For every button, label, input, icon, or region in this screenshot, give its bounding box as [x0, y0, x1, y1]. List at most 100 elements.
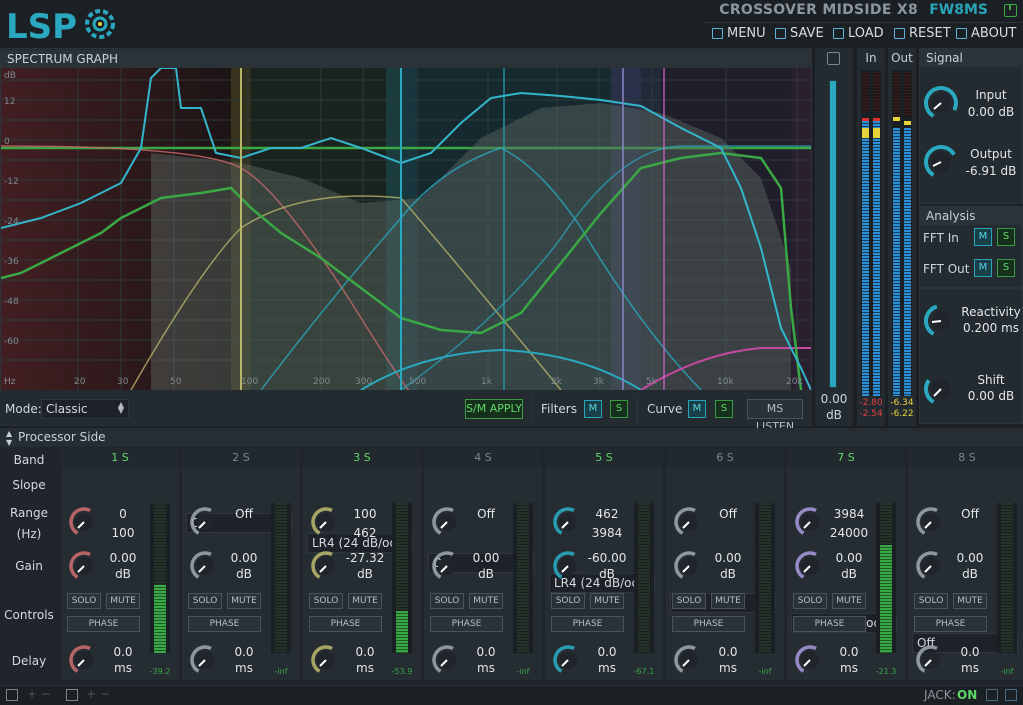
range-knob[interactable] — [309, 505, 343, 539]
solo-button[interactable]: SOLO — [551, 593, 585, 609]
phase-button[interactable]: PHASE — [188, 616, 261, 632]
delay-knob[interactable] — [914, 643, 948, 677]
ms-listen-button[interactable]: MS LISTEN — [747, 399, 803, 433]
help-icon[interactable] — [986, 689, 998, 701]
reactivity-knob[interactable] — [922, 302, 960, 340]
fft-out-m-button[interactable]: M — [974, 259, 992, 277]
range-high: 3984 — [591, 526, 623, 540]
range-knob[interactable] — [430, 505, 464, 539]
band-header[interactable]: 4 S — [424, 448, 542, 468]
phase-button[interactable]: PHASE — [793, 616, 866, 632]
output-label: Output — [970, 147, 1012, 161]
font-icon[interactable] — [66, 689, 78, 701]
lsp-logo[interactable]: LSP — [4, 4, 116, 47]
delay-knob[interactable] — [672, 643, 706, 677]
gain-knob[interactable] — [67, 549, 101, 583]
processor-title-text: Processor Side — [18, 430, 106, 444]
updown-arrow-icon: ▲▼ — [6, 429, 13, 447]
save-button[interactable]: SAVE — [775, 25, 824, 41]
db-tick: -24 — [4, 217, 19, 227]
band-level-value: -67.1 — [633, 667, 655, 676]
mute-button[interactable]: MUTE — [227, 593, 261, 609]
font-size-icon[interactable]: + − — [86, 687, 110, 701]
gain-knob[interactable] — [914, 549, 948, 583]
delay-unit: ms — [235, 661, 253, 675]
solo-button[interactable]: SOLO — [188, 593, 222, 609]
range-knob[interactable] — [67, 505, 101, 539]
band-header[interactable]: 2 S — [182, 448, 300, 468]
range-knob[interactable] — [551, 505, 585, 539]
about-button[interactable]: ABOUT — [956, 25, 1016, 41]
zoom-in-icon[interactable]: + − — [27, 687, 51, 701]
output-gain-knob[interactable] — [922, 143, 960, 181]
phase-button[interactable]: PHASE — [914, 616, 987, 632]
menu-button[interactable]: MENU — [712, 25, 766, 41]
band-header[interactable]: 3 S — [303, 448, 421, 468]
mute-button[interactable]: MUTE — [348, 593, 382, 609]
range-knob[interactable] — [793, 505, 827, 539]
curve-m-button[interactable]: M — [688, 400, 706, 418]
sm-apply-button[interactable]: S/M APPLY — [465, 399, 523, 419]
solo-button[interactable]: SOLO — [914, 593, 948, 609]
curve-s-button[interactable]: S — [715, 400, 733, 418]
band-header[interactable]: 8 S — [908, 448, 1023, 468]
gain-knob[interactable] — [793, 549, 827, 583]
band-header[interactable]: 1 S — [61, 448, 179, 468]
processor-title[interactable]: ▲ ▼ Processor Side — [0, 428, 1023, 447]
band-header[interactable]: 7 S — [787, 448, 905, 468]
delay-knob[interactable] — [793, 643, 827, 677]
plugin-id: FW8MS — [929, 2, 988, 18]
fft-out-s-button[interactable]: S — [997, 259, 1015, 277]
solo-button[interactable]: SOLO — [309, 593, 343, 609]
mode-select[interactable]: Classic ▲ ▼ — [41, 399, 129, 419]
filters-m-button[interactable]: M — [584, 400, 602, 418]
load-button[interactable]: LOAD — [833, 25, 884, 41]
mute-button[interactable]: MUTE — [469, 593, 503, 609]
input-gain-knob[interactable] — [922, 84, 960, 122]
delay-knob[interactable] — [430, 643, 464, 677]
phase-button[interactable]: PHASE — [551, 616, 624, 632]
filters-s-button[interactable]: S — [610, 400, 628, 418]
power-icon[interactable] — [1004, 4, 1017, 17]
delay-unit: ms — [477, 661, 495, 675]
range-knob[interactable] — [914, 505, 948, 539]
mute-button[interactable]: MUTE — [711, 593, 745, 609]
gain-knob[interactable] — [188, 549, 222, 583]
shift-knob[interactable] — [922, 370, 960, 408]
zoom-slider-fill — [830, 81, 836, 387]
phase-button[interactable]: PHASE — [67, 616, 140, 632]
range-knob[interactable] — [188, 505, 222, 539]
db-tick: -12 — [4, 177, 19, 187]
range-knob[interactable] — [672, 505, 706, 539]
mute-button[interactable]: MUTE — [832, 593, 866, 609]
spectrum-graph[interactable]: dB 12 0 -12 -24 -36 -48 -60 Hz 20 30 50 … — [1, 68, 811, 390]
solo-button[interactable]: SOLO — [430, 593, 464, 609]
updown-arrow-icon: ▲▼ — [117, 400, 124, 415]
delay-knob[interactable] — [551, 643, 585, 677]
solo-button[interactable]: SOLO — [67, 593, 101, 609]
row-label-controls: Controls — [4, 608, 54, 622]
phase-button[interactable]: PHASE — [672, 616, 745, 632]
delay-unit: ms — [840, 661, 858, 675]
solo-button[interactable]: SOLO — [793, 593, 827, 609]
gain-knob[interactable] — [551, 549, 585, 583]
band-header[interactable]: 6 S — [666, 448, 784, 468]
phase-button[interactable]: PHASE — [309, 616, 382, 632]
resize-icon[interactable] — [1005, 689, 1017, 701]
mute-button[interactable]: MUTE — [106, 593, 140, 609]
delay-knob[interactable] — [67, 643, 101, 677]
fft-in-s-button[interactable]: S — [997, 228, 1015, 246]
mute-button[interactable]: MUTE — [953, 593, 987, 609]
mute-button[interactable]: MUTE — [590, 593, 624, 609]
phase-button[interactable]: PHASE — [430, 616, 503, 632]
delay-knob[interactable] — [188, 643, 222, 677]
delay-knob[interactable] — [309, 643, 343, 677]
gain-knob[interactable] — [672, 549, 706, 583]
gain-knob[interactable] — [430, 549, 464, 583]
fft-in-m-button[interactable]: M — [974, 228, 992, 246]
reset-button[interactable]: RESET — [894, 25, 951, 41]
gain-knob[interactable] — [309, 549, 343, 583]
layout-icon[interactable] — [6, 689, 18, 701]
solo-button[interactable]: SOLO — [672, 593, 706, 609]
band-header[interactable]: 5 S — [545, 448, 663, 468]
